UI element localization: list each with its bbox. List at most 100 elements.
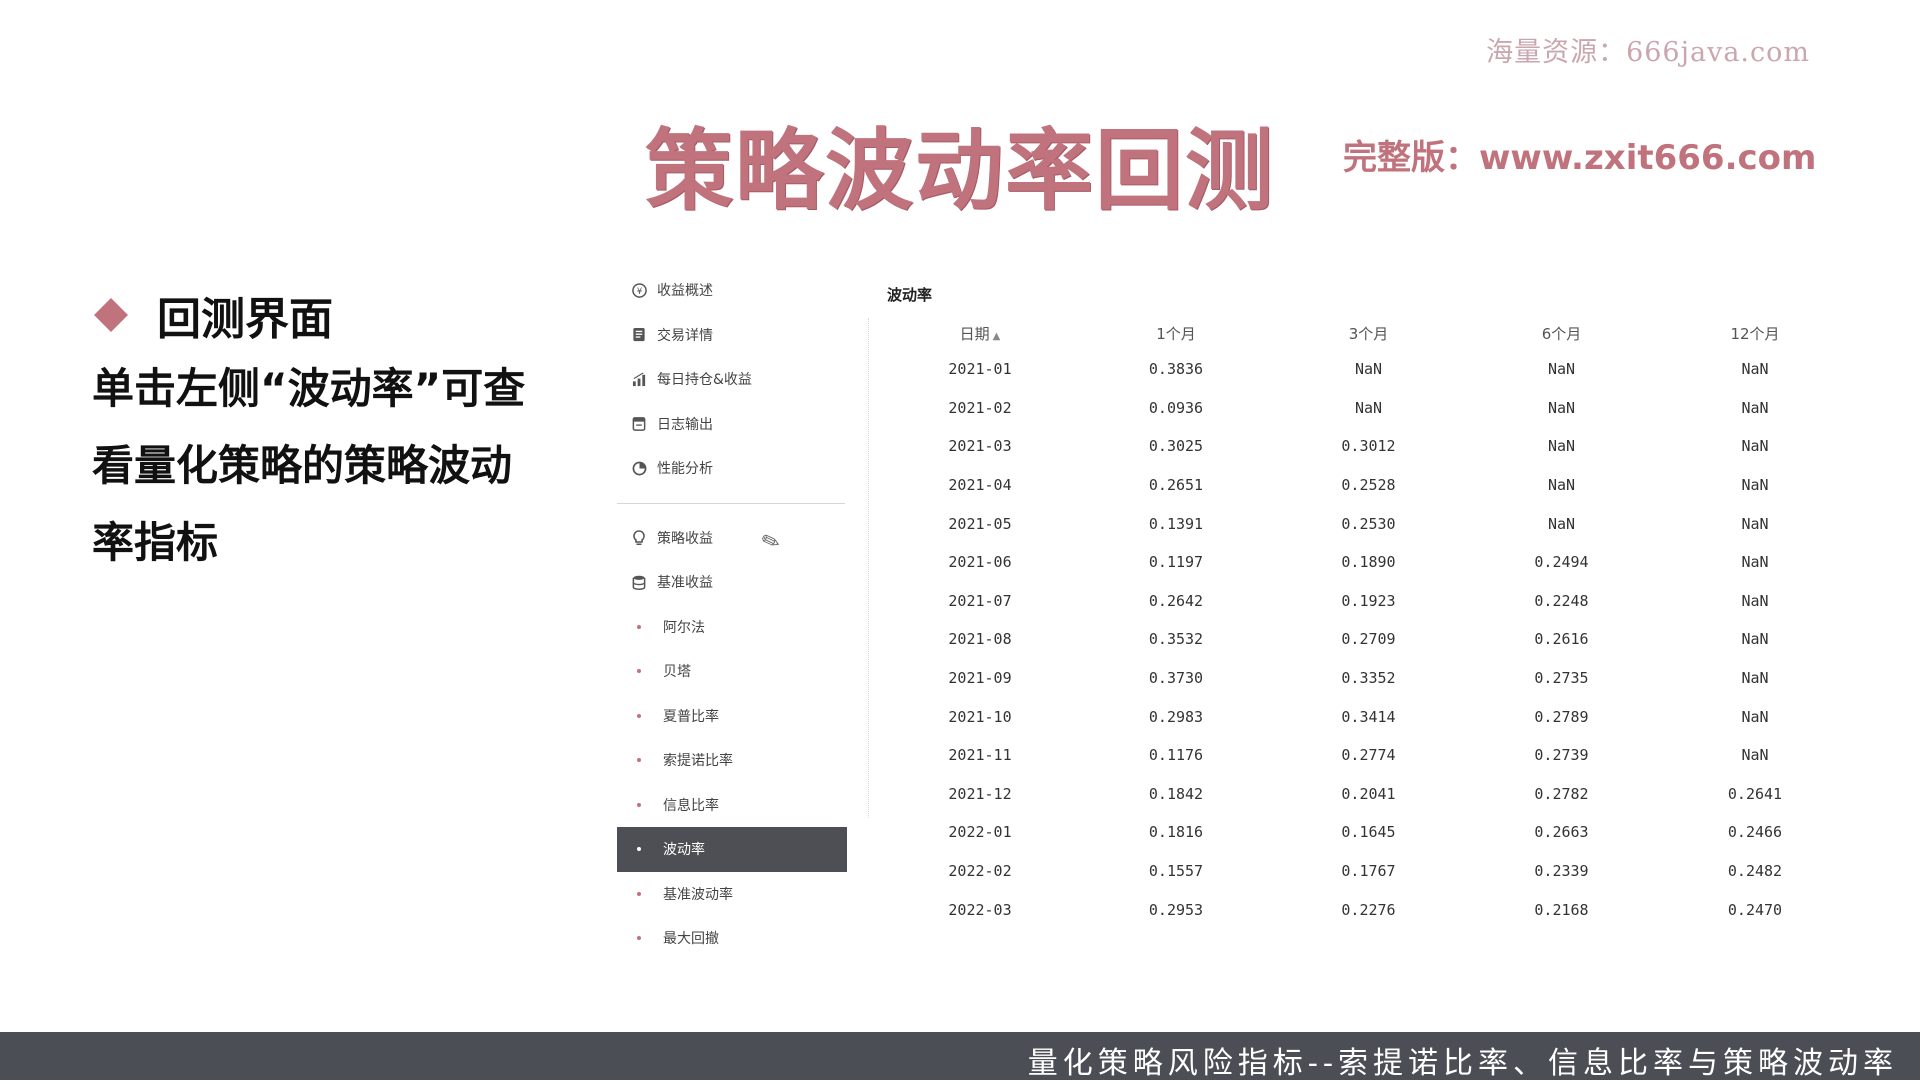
- bullet-dot-icon: [637, 847, 641, 852]
- sidebar-item-label: 波动率: [663, 842, 705, 859]
- sidebar-item-log-output[interactable]: 日志输出: [617, 402, 847, 447]
- sidebar-item-label: 最大回撤: [663, 931, 719, 948]
- coin-icon: ¥: [631, 282, 647, 298]
- sidebar-item-volatility[interactable]: 波动率: [617, 827, 847, 872]
- sidebar-item-label: 索提诺比率: [663, 753, 733, 770]
- sidebar-item-label: 策略收益: [657, 530, 713, 547]
- table-cell: 0.2774: [1341, 746, 1396, 765]
- table-header-row: 日期 ▲ 1个月 3个月 6个月 12个月: [880, 318, 1880, 348]
- sidebar-nav: ¥ 收益概述 交易详情 每日持仓&收益 日志输出 性能分析 策略收益 基准收益 …: [617, 268, 847, 961]
- table-cell: 0.2641: [1727, 784, 1783, 803]
- table-title: 波动率: [887, 286, 933, 304]
- table-cell: 0.1176: [1148, 746, 1204, 765]
- table-cell: NaN: [1741, 707, 1769, 726]
- table-cell: 0.1197: [1148, 553, 1204, 572]
- table-cell: 0.2530: [1341, 514, 1396, 533]
- table-cell: NaN: [1547, 437, 1576, 456]
- table-cell: NaN: [1741, 514, 1769, 533]
- table-row: 2022-01 0.1816 0.1645 0.2663 0.2466: [880, 813, 1880, 852]
- table-cell: NaN: [1741, 553, 1769, 572]
- footer-text: 量化策略风险指标--索提诺比率、信息比率与策略波动率: [1027, 1046, 1898, 1081]
- table-cell: 0.2276: [1341, 900, 1396, 919]
- table-cell: 2021-01: [948, 360, 1012, 379]
- table-cell: 0.3352: [1341, 669, 1396, 688]
- table-cell: NaN: [1547, 476, 1576, 495]
- bar-chart-icon: [631, 371, 647, 387]
- table-cell: 2022-02: [948, 862, 1012, 881]
- table-row: 2021-05 0.1391 0.2530 NaN NaN: [880, 504, 1880, 543]
- sidebar-item-sortino[interactable]: 索提诺比率: [617, 738, 847, 783]
- table-cell: NaN: [1741, 591, 1769, 610]
- sidebar-item-information-ratio[interactable]: 信息比率: [617, 783, 847, 828]
- column-header-6m: 6个月: [1541, 324, 1582, 343]
- table-cell: 0.1391: [1148, 514, 1204, 533]
- table-cell: 0.3414: [1341, 707, 1396, 726]
- description-text: 单击左侧“波动率”可查看量化策略的策略波动率指标: [92, 364, 526, 567]
- sidebar-item-sharpe[interactable]: 夏普比率: [617, 694, 847, 739]
- sidebar-item-return-overview[interactable]: ¥ 收益概述: [617, 268, 847, 313]
- table-row: 2021-08 0.3532 0.2709 0.2616 NaN: [880, 620, 1880, 659]
- table-cell: 0.2709: [1341, 630, 1396, 649]
- sidebar-item-trade-details[interactable]: 交易详情: [617, 313, 847, 358]
- table-cell: 0.2953: [1148, 900, 1204, 919]
- table-cell: 0.2494: [1534, 553, 1589, 572]
- database-icon: [631, 574, 647, 590]
- calendar-icon: [631, 416, 647, 432]
- sidebar-item-max-drawdown[interactable]: 最大回撤: [617, 916, 847, 961]
- column-header-12m: 12个月: [1730, 324, 1780, 343]
- lightbulb-icon: [631, 529, 647, 546]
- document-icon: [631, 327, 647, 343]
- table-cell: 0.1842: [1148, 784, 1204, 803]
- table-row: 2022-03 0.2953 0.2276 0.2168 0.2470: [880, 890, 1880, 929]
- table-cell: 2021-08: [948, 630, 1012, 649]
- footer-bar: 量化策略风险指标--索提诺比率、信息比率与策略波动率: [0, 1032, 1920, 1081]
- sidebar-item-label: 性能分析: [657, 461, 713, 478]
- table-cell: 2022-01: [948, 823, 1012, 842]
- table-cell: NaN: [1741, 630, 1769, 649]
- table-row: 2021-12 0.1842 0.2041 0.2782 0.2641: [880, 775, 1880, 814]
- table-row: 2021-03 0.3025 0.3012 NaN NaN: [880, 427, 1880, 466]
- sidebar-item-label: 交易详情: [657, 327, 713, 344]
- table-cell: 0.1645: [1341, 823, 1396, 842]
- table-cell: NaN: [1741, 437, 1769, 456]
- table-cell: 0.2248: [1534, 591, 1589, 610]
- bullet-heading: 回测界面: [94, 283, 333, 347]
- sidebar-item-label: 收益概述: [657, 283, 713, 300]
- sidebar-item-benchmark-volatility[interactable]: 基准波动率: [617, 872, 847, 917]
- table-cell: 0.3012: [1341, 437, 1396, 456]
- table-row: 2021-07 0.2642 0.1923 0.2248 NaN: [880, 582, 1880, 621]
- sidebar-item-alpha[interactable]: 阿尔法: [617, 605, 847, 650]
- column-header-3m: 3个月: [1348, 324, 1389, 343]
- table-cell: 0.3025: [1148, 437, 1204, 456]
- full-version-link: 完整版：www.zxit666.com: [1343, 138, 1817, 178]
- table-cell: NaN: [1547, 360, 1576, 379]
- sidebar-item-label: 每日持仓&收益: [657, 372, 752, 389]
- table-cell: 2021-02: [948, 398, 1012, 417]
- bullet-dot-icon: [637, 758, 641, 763]
- sidebar-item-benchmark-return[interactable]: 基准收益: [617, 560, 847, 605]
- table-cell: 2021-03: [948, 437, 1012, 456]
- table-cell: 0.2616: [1534, 630, 1589, 649]
- table-cell: 0.1890: [1341, 553, 1396, 572]
- sidebar-divider: [617, 502, 845, 504]
- sidebar-item-daily-holdings[interactable]: 每日持仓&收益: [617, 357, 847, 402]
- sort-icon[interactable]: ▲: [993, 331, 1001, 342]
- sidebar-item-label: 信息比率: [663, 797, 719, 814]
- table-cell: NaN: [1354, 360, 1383, 379]
- table-row: 2021-04 0.2651 0.2528 NaN NaN: [880, 466, 1880, 505]
- watermark-text: 海量资源：666java.com: [1486, 37, 1810, 68]
- table-cell: 2021-12: [948, 784, 1012, 803]
- table-cell: NaN: [1741, 669, 1769, 688]
- table-cell: 0.2041: [1341, 784, 1396, 803]
- table-cell: NaN: [1741, 398, 1769, 417]
- bullet-dot-icon: [637, 891, 641, 896]
- sidebar-item-performance[interactable]: 性能分析: [617, 446, 847, 491]
- bullet-dot-icon: [637, 936, 641, 941]
- table-cell: 2021-07: [948, 591, 1012, 610]
- column-header-date[interactable]: 日期 ▲: [880, 323, 1080, 344]
- sidebar-item-strategy-return[interactable]: 策略收益: [617, 516, 847, 561]
- sidebar-item-label: 贝塔: [663, 664, 691, 681]
- sidebar-item-beta[interactable]: 贝塔: [617, 649, 847, 694]
- table-row: 2021-11 0.1176 0.2774 0.2739 NaN: [880, 736, 1880, 775]
- table-row: 2021-09 0.3730 0.3352 0.2735 NaN: [880, 659, 1880, 698]
